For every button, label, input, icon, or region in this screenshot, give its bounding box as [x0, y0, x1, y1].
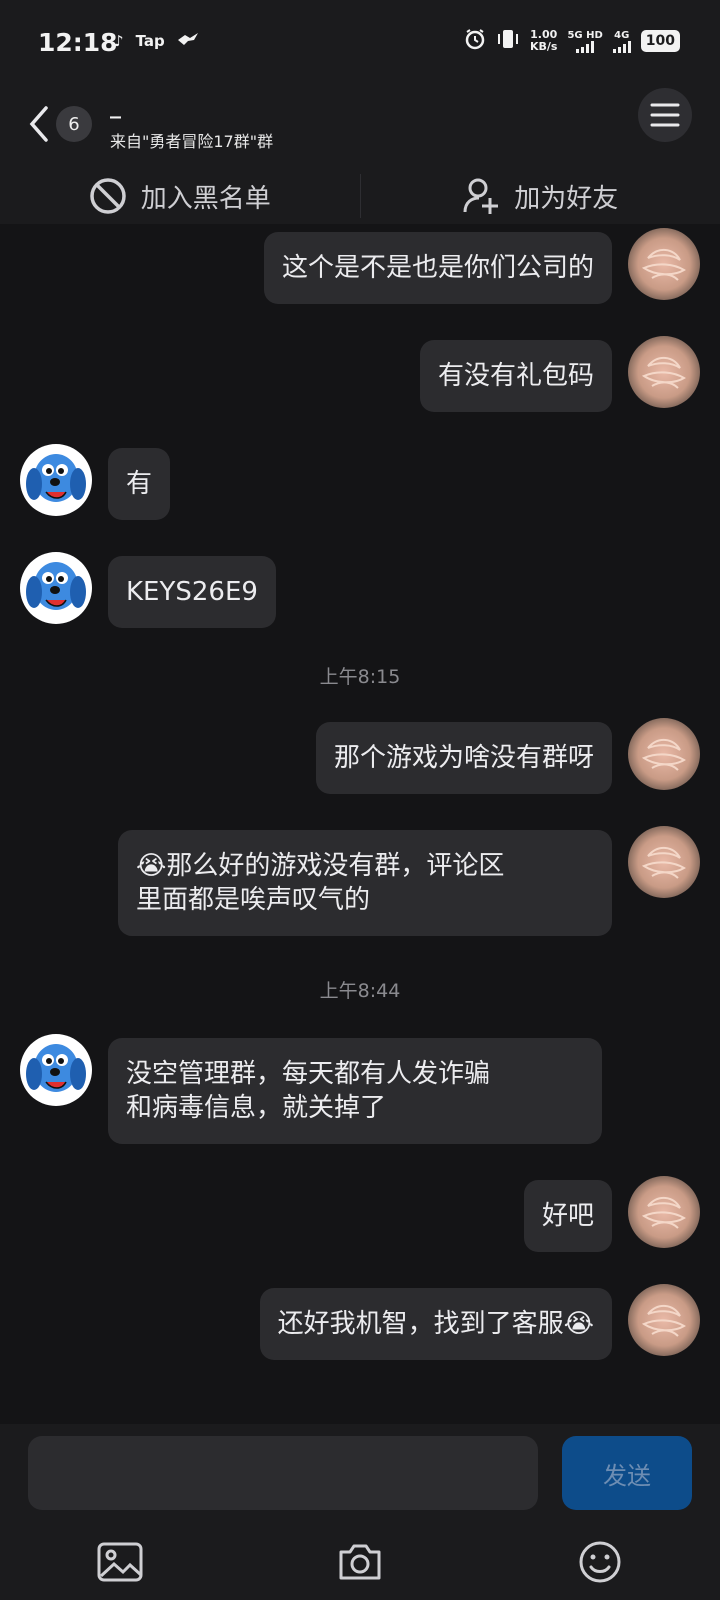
message-text: 那个游戏为啥没有群呀 — [333, 743, 594, 773]
message-row: 好吧 — [0, 1172, 720, 1262]
message-bubble[interactable]: KEYS26E9 — [108, 556, 276, 628]
message-text-line: 里面都是唉声叹气的 — [136, 885, 371, 915]
hamburger-icon — [650, 103, 680, 127]
image-button[interactable] — [90, 1532, 150, 1592]
message-row: 😭那么好的游戏没有群，评论区 里面都是唉声叹气的 — [0, 822, 720, 946]
avatar[interactable] — [628, 336, 700, 408]
status-left-icons: ♪ Tap — [114, 32, 199, 50]
chat-header: 6 _ 来自"勇者冒险17群"群 — [0, 88, 720, 168]
vibrate-icon — [496, 28, 520, 54]
message-row: 有没有礼包码 — [0, 332, 720, 422]
bird-icon — [177, 32, 199, 50]
signal-5g: 5G HD — [567, 29, 603, 53]
tap-app-label: Tap — [135, 32, 165, 50]
message-text-line: 😭那么好的游戏没有群，评论区 — [136, 851, 505, 881]
message-text: 好吧 — [541, 1201, 594, 1231]
emoji-icon — [579, 1541, 621, 1583]
menu-button[interactable] — [638, 88, 692, 142]
add-friend-button[interactable]: 加为好友 — [361, 168, 720, 224]
message-list[interactable]: 这个是不是也是你们公司的 有没有礼包码 有 KEYS26E9 上午8:15 那个… — [0, 224, 720, 1424]
block-label: 加入黑名单 — [140, 183, 271, 214]
add-user-icon — [463, 178, 499, 214]
message-bubble[interactable]: 还好我机智，找到了客服😭 — [259, 1288, 612, 1360]
message-text: 有没有礼包码 — [437, 361, 594, 391]
net1-label: 5G HD — [567, 29, 603, 41]
message-bubble[interactable]: 有没有礼包码 — [419, 340, 612, 412]
camera-icon — [339, 1544, 381, 1580]
block-icon — [89, 178, 126, 214]
message-row: 还好我机智，找到了客服😭 — [0, 1280, 720, 1370]
avatar[interactable] — [628, 1176, 700, 1248]
chat-subtitle: 来自"勇者冒险17群"群 — [110, 132, 274, 151]
status-right-icons: 1.00 KB/s 5G HD 4G 100 — [464, 28, 680, 54]
chat-title: _ — [110, 94, 121, 119]
avatar[interactable] — [628, 1284, 700, 1356]
music-icon: ♪ — [114, 32, 124, 50]
status-time: 12:18 — [38, 28, 118, 57]
message-row: 那个游戏为啥没有群呀 — [0, 714, 720, 804]
alarm-icon — [464, 28, 486, 54]
status-bar: 12:18 ♪ Tap 1.00 KB/s 5G HD 4G 100 — [0, 0, 720, 88]
message-row: 没空管理群，每天都有人发诈骗 和病毒信息，就关掉了 — [0, 1030, 720, 1154]
message-text: 有 — [126, 469, 153, 499]
chevron-left-icon — [29, 106, 48, 142]
message-input[interactable] — [28, 1436, 538, 1510]
message-bubble[interactable]: 😭那么好的游戏没有群，评论区 里面都是唉声叹气的 — [118, 830, 612, 936]
avatar[interactable] — [628, 826, 700, 898]
message-timestamp: 上午8:15 — [319, 666, 401, 688]
message-bubble[interactable]: 这个是不是也是你们公司的 — [263, 232, 612, 304]
avatar[interactable] — [20, 552, 92, 624]
network-speed: 1.00 KB/s — [530, 29, 557, 53]
message-text: 还好我机智，找到了客服😭 — [277, 1309, 594, 1339]
speed-unit: KB/s — [529, 40, 558, 53]
send-button[interactable]: 发送 — [562, 1436, 692, 1510]
message-text: KEYS26E9 — [126, 577, 258, 607]
message-bubble[interactable]: 那个游戏为啥没有群呀 — [315, 722, 612, 794]
message-bubble[interactable]: 没空管理群，每天都有人发诈骗 和病毒信息，就关掉了 — [108, 1038, 602, 1144]
message-timestamp: 上午8:44 — [319, 980, 401, 1002]
net2-label: 4G — [614, 29, 630, 41]
signal-bars-icon — [612, 40, 631, 53]
unread-count-badge: 6 — [56, 106, 92, 142]
message-text-line: 和病毒信息，就关掉了 — [126, 1093, 387, 1123]
message-text-line: 没空管理群，每天都有人发诈骗 — [126, 1059, 491, 1089]
message-bubble[interactable]: 有 — [108, 448, 171, 520]
battery-indicator: 100 — [640, 30, 680, 52]
message-row: 有 — [0, 440, 720, 530]
image-icon — [97, 1542, 143, 1582]
message-row: 这个是不是也是你们公司的 — [0, 224, 720, 314]
add-friend-label: 加为好友 — [514, 183, 619, 214]
signal-4g: 4G — [612, 29, 631, 53]
block-button[interactable]: 加入黑名单 — [0, 168, 360, 224]
message-row: KEYS26E9 — [0, 548, 720, 638]
camera-button[interactable] — [330, 1532, 390, 1592]
composer-bar: 发送 — [0, 1424, 720, 1600]
avatar[interactable] — [628, 718, 700, 790]
avatar[interactable] — [20, 1034, 92, 1106]
emoji-button[interactable] — [570, 1532, 630, 1592]
avatar[interactable] — [628, 228, 700, 300]
back-button[interactable]: 6 — [26, 100, 98, 148]
message-bubble[interactable]: 好吧 — [523, 1180, 612, 1252]
avatar[interactable] — [20, 444, 92, 516]
action-bar: 加入黑名单 加为好友 — [0, 168, 720, 224]
signal-bars-icon — [576, 40, 595, 53]
message-text: 这个是不是也是你们公司的 — [281, 253, 594, 283]
